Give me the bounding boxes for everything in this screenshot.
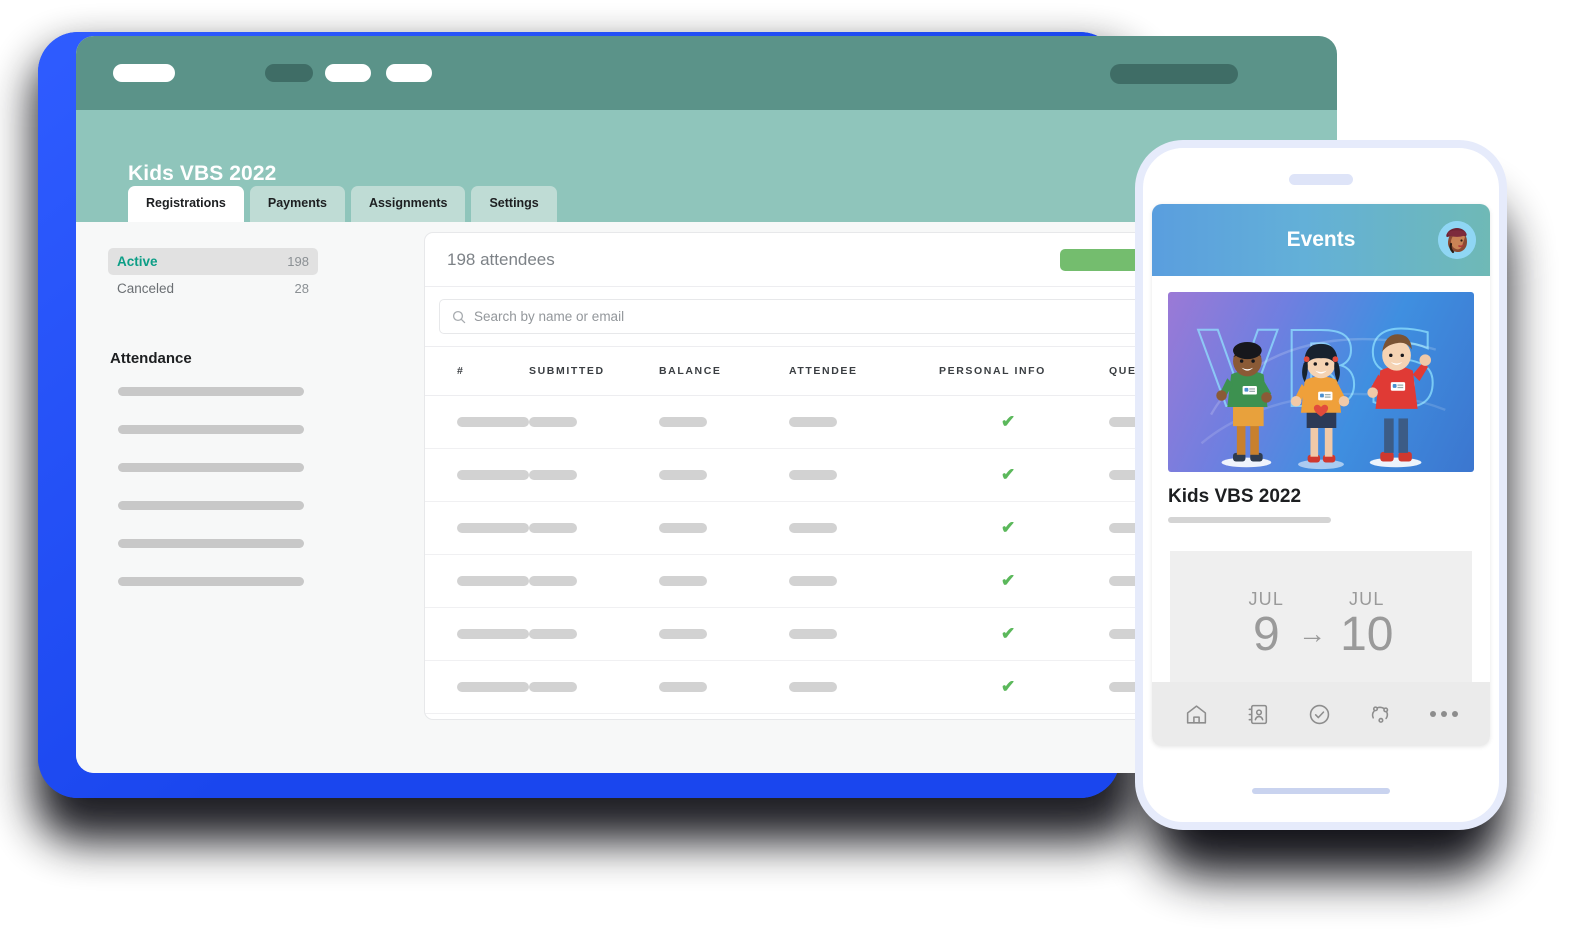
cell-submitted [529, 417, 577, 427]
check-circle-icon[interactable] [1307, 702, 1332, 727]
skeleton-line [118, 539, 304, 548]
cell-attendee [789, 417, 837, 427]
tab-settings[interactable]: Settings [471, 185, 557, 222]
cell-balance [659, 682, 707, 692]
end-month: JUL [1348, 589, 1385, 610]
cell-number [457, 417, 529, 427]
attendance-skeleton-list [108, 387, 318, 586]
event-date-card: JUL 9 → JUL 10 [1170, 551, 1472, 699]
column-header-number[interactable]: # [425, 347, 529, 396]
contacts-icon[interactable] [1246, 702, 1271, 727]
sidebar-item-canceled-label: Canceled [117, 281, 175, 296]
skeleton-line [118, 501, 304, 510]
cell-balance [659, 523, 707, 533]
more-dot [1451, 711, 1458, 717]
nav-pill-logo[interactable] [113, 64, 175, 82]
start-day: 9 [1252, 608, 1280, 662]
column-header-attendee[interactable]: ATTENDEE [789, 347, 939, 396]
tab-payments[interactable]: Payments [249, 185, 345, 222]
cell-submitted [529, 470, 577, 480]
phone-event-name: Kids VBS 2022 [1168, 486, 1302, 507]
attendance-heading: Attendance [110, 350, 192, 367]
sidebar-item-canceled[interactable]: Canceled 28 [108, 275, 318, 302]
cell-submitted [529, 629, 577, 639]
cell-number [457, 576, 529, 586]
phone-bottom-nav [1152, 682, 1490, 746]
check-icon: ✔ [1001, 677, 1016, 696]
date-range-arrow-icon: → [1298, 618, 1327, 649]
sidebar-item-active[interactable]: Active 198 [108, 248, 318, 275]
tab-bar: Registrations Payments Assignments Setti… [128, 185, 557, 222]
cell-number [457, 629, 529, 639]
page-title: Kids VBS 2022 [128, 162, 277, 185]
phone-event-subtitle-bar [1168, 517, 1331, 523]
cell-submitted [529, 682, 577, 692]
avatar-illustration [1438, 221, 1476, 259]
sidebar-item-active-label: Active [117, 254, 158, 269]
kids-illustration [1200, 334, 1446, 470]
search-placeholder: Search by name or email [474, 309, 625, 324]
phone-header-title: Events [1286, 228, 1356, 251]
phone-app-header: Events [1152, 204, 1490, 276]
check-icon: ✔ [1001, 465, 1016, 484]
phone-speaker [1289, 174, 1353, 185]
desktop-top-navbar [76, 36, 1337, 110]
sidebar-item-canceled-count: 28 [294, 281, 309, 296]
cell-balance [659, 470, 707, 480]
skeleton-line [118, 425, 304, 434]
column-header-personal-info[interactable]: PERSONAL INFO [939, 347, 1109, 396]
tab-registrations[interactable]: Registrations [128, 185, 244, 222]
skeleton-line [118, 577, 304, 586]
phone-screen: Events VBS [1152, 204, 1490, 746]
cell-attendee [789, 576, 837, 586]
event-hero-image: VBS [1168, 292, 1474, 472]
cell-number [457, 470, 529, 480]
cell-attendee [789, 682, 837, 692]
nav-pill-3[interactable] [386, 64, 432, 82]
cell-number [457, 682, 529, 692]
groups-icon[interactable] [1368, 702, 1393, 727]
cell-balance [659, 417, 707, 427]
cell-submitted [529, 576, 577, 586]
end-date: JUL 10 [1340, 589, 1393, 660]
check-icon: ✔ [1001, 571, 1016, 590]
check-icon: ✔ [1001, 624, 1016, 643]
more-dot [1440, 711, 1447, 717]
sidebar-item-active-count: 198 [287, 254, 309, 269]
nav-pill-2[interactable] [325, 64, 371, 82]
cell-number [457, 523, 529, 533]
cell-attendee [789, 629, 837, 639]
check-icon: ✔ [1001, 518, 1016, 537]
start-month: JUL [1248, 589, 1285, 610]
more-icon[interactable] [1429, 711, 1458, 717]
cell-submitted [529, 523, 577, 533]
check-icon: ✔ [1001, 412, 1016, 431]
home-icon[interactable] [1184, 702, 1209, 727]
nav-pill-active[interactable] [265, 64, 313, 82]
search-icon [452, 310, 466, 324]
cell-attendee [789, 470, 837, 480]
tab-assignments[interactable]: Assignments [350, 185, 466, 222]
start-date: JUL 9 [1248, 589, 1284, 660]
nav-pill-account[interactable] [1110, 64, 1238, 84]
cell-attendee [789, 523, 837, 533]
phone-mockup: Events VBS [1135, 140, 1507, 830]
sidebar: Active 198 Canceled 28 Attendance [76, 222, 348, 773]
cell-balance [659, 576, 707, 586]
more-dot [1429, 711, 1436, 717]
attendee-count: 198 attendees [447, 249, 555, 269]
skeleton-line [118, 387, 304, 396]
end-day: 10 [1340, 608, 1394, 662]
column-header-balance[interactable]: BALANCE [659, 347, 789, 396]
skeleton-line [118, 463, 304, 472]
cell-balance [659, 629, 707, 639]
avatar[interactable] [1438, 221, 1476, 259]
column-header-submitted[interactable]: SUBMITTED [529, 347, 659, 396]
phone-home-indicator [1252, 788, 1390, 794]
